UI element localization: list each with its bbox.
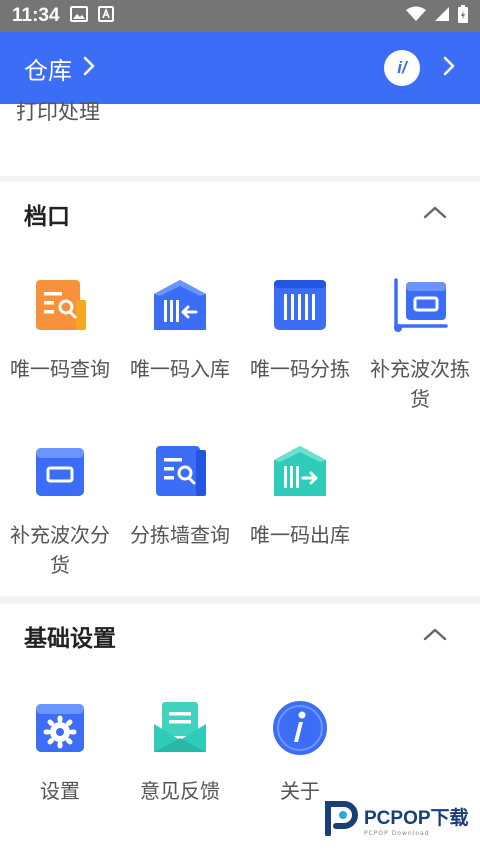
warehouse-inbound-icon [150,276,210,336]
box-icon [30,442,90,502]
tile-unique-code-inbound[interactable]: 唯一码入库 [120,276,240,384]
brand-logo[interactable]: i/ [384,50,420,86]
wifi-icon [406,6,426,26]
tile-about[interactable]: 关于 [240,698,360,806]
chevron-right-icon[interactable] [82,55,96,81]
tile-feedback[interactable]: 意见反馈 [120,698,240,806]
watermark-text: PCPOP下载 [364,808,469,829]
status-time: 11:34 [12,5,60,26]
warehouse-title[interactable]: 仓库 [24,51,72,86]
tile-replenish-wave-pick[interactable]: 补充波次拣货 [360,276,480,414]
tile-label: 设置 [40,779,80,803]
watermark-subtext: PCPOP Download [364,830,430,837]
tile-label: 补充波次拣货 [370,357,470,411]
wall-search-icon [150,442,210,502]
watermark: PCPOP下载 PCPOP Download [324,800,469,840]
section-header: 档口 [0,182,480,246]
print-section-card: 打印处理 [0,100,480,176]
tile-label: 唯一码分拣 [250,357,350,381]
warehouse-outbound-icon [270,442,330,502]
tile-label: 唯一码出库 [250,523,350,547]
section-dangkou: 档口 唯一码查询 唯一码入库 唯一码分拣 补充波次拣货 补充波次分货 分拣墙查询… [0,182,480,596]
status-bar: 11:34 [0,0,480,32]
tile-unique-code-sort[interactable]: 唯一码分拣 [240,276,360,384]
app-header: 仓库 i/ [0,32,480,104]
tile-label: 补充波次分货 [10,523,110,577]
tile-label: 唯一码查询 [10,357,110,381]
tile-label: 分拣墙查询 [130,523,230,547]
image-notification-icon [69,6,88,26]
collapse-chevron-up-icon[interactable] [422,626,448,646]
section-header: 基础设置 [0,604,480,668]
cart-box-icon [390,276,450,336]
section-title: 基础设置 [24,626,116,652]
collapse-chevron-up-icon[interactable] [422,204,448,224]
tile-unique-code-query[interactable]: 唯一码查询 [0,276,120,384]
signal-icon [434,6,450,26]
watermark-logo-icon [324,800,358,840]
section-title: 档口 [24,204,70,230]
tile-sort-wall-query[interactable]: 分拣墙查询 [120,442,240,550]
tile-unique-code-outbound[interactable]: 唯一码出库 [240,442,360,550]
print-processing-label[interactable]: 打印处理 [16,96,100,126]
header-forward-chevron-icon[interactable] [442,55,456,81]
tile-replenish-wave-distribute[interactable]: 补充波次分货 [0,442,120,580]
barcode-sort-icon [270,276,330,336]
feedback-icon [150,698,210,758]
gear-icon [30,698,90,758]
tile-settings[interactable]: 设置 [0,698,120,806]
search-document-icon [30,276,90,336]
tile-label: 意见反馈 [140,779,220,803]
a-notification-icon [97,6,114,26]
battery-icon [458,5,468,27]
tile-label: 唯一码入库 [130,357,230,381]
info-icon [270,698,330,758]
